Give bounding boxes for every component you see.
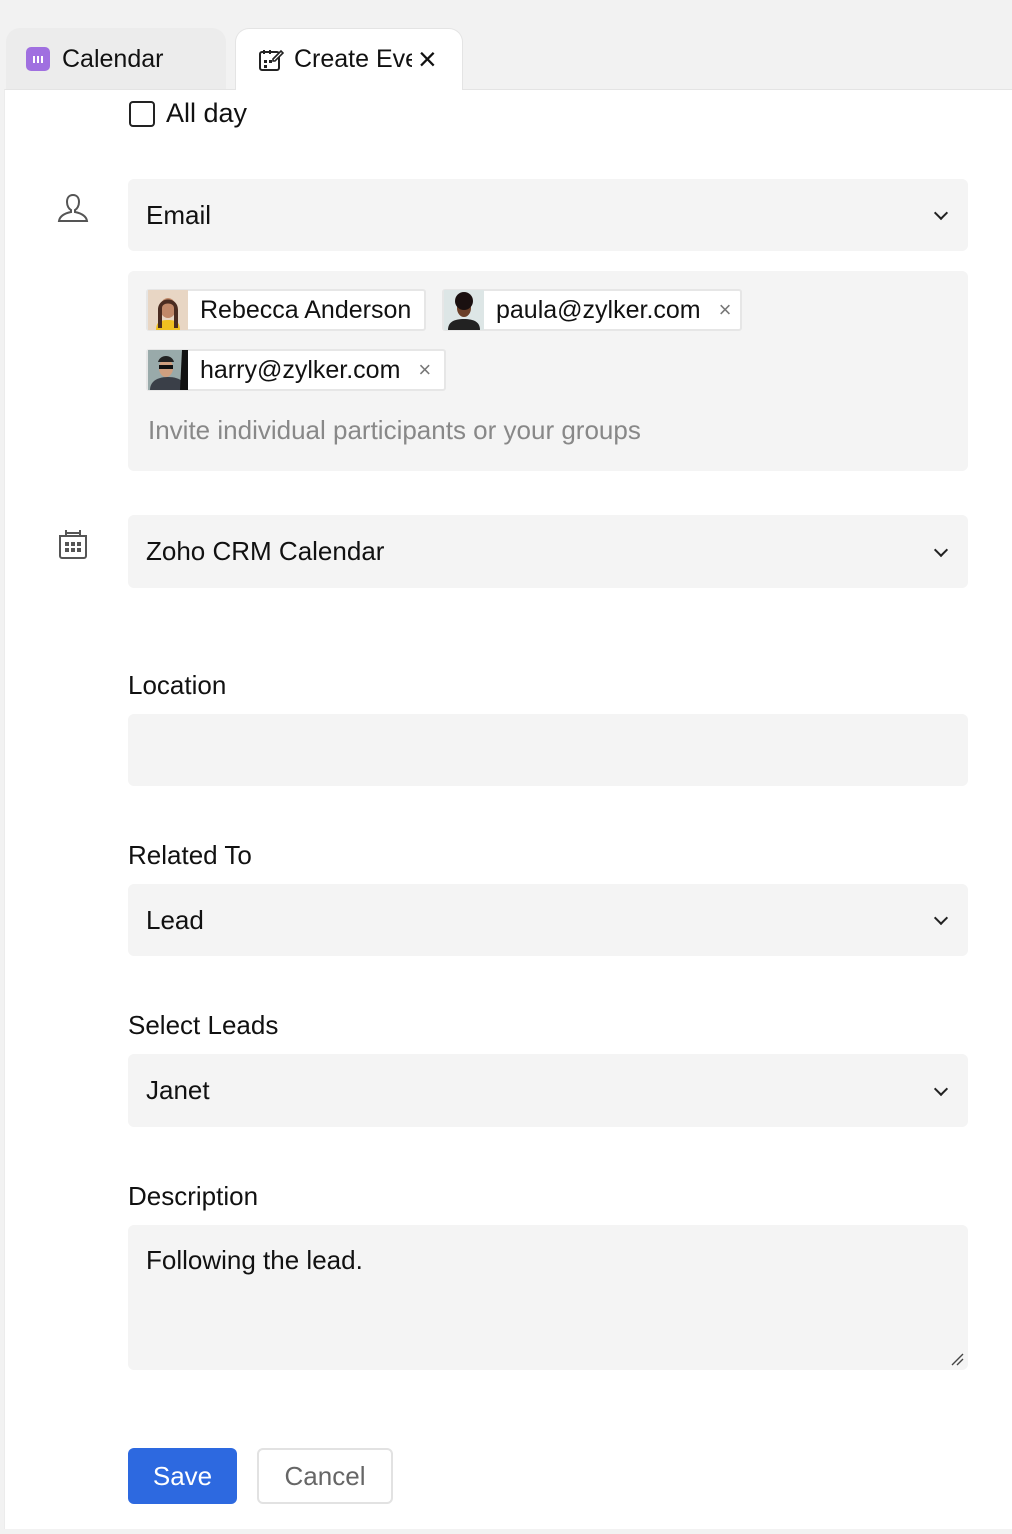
calendar-icon: [59, 530, 87, 559]
location-label: Location: [128, 670, 227, 700]
participant-chip: harry@zylker.com ×: [146, 349, 446, 391]
participants-box[interactable]: Rebecca Anderson paula@zylker.com × harr…: [128, 271, 968, 471]
chevron-down-icon: [933, 910, 949, 926]
select-leads-label: Select Leads: [128, 1010, 279, 1040]
select-value: Lead: [146, 904, 204, 935]
resize-handle-icon[interactable]: [950, 1352, 964, 1366]
all-day-checkbox[interactable]: [129, 100, 155, 127]
description-textarea[interactable]: Following the lead.: [128, 1225, 968, 1370]
avatar: [444, 290, 484, 330]
all-day-row[interactable]: All day: [129, 98, 247, 129]
calendar-edit-icon: [259, 49, 284, 71]
chip-label: Rebecca Anderson: [200, 295, 412, 324]
remove-participant-icon[interactable]: ×: [719, 297, 732, 323]
tab-create-event[interactable]: Create Eve ×: [235, 28, 463, 90]
close-tab-icon[interactable]: ×: [418, 41, 437, 78]
tab-label: Create Eve: [294, 45, 412, 73]
chip-label: harry@zylker.com: [200, 355, 401, 384]
participant-chip: Rebecca Anderson: [146, 289, 426, 331]
invite-input-placeholder[interactable]: Invite individual participants or your g…: [148, 415, 641, 446]
participant-chip: paula@zylker.com ×: [442, 289, 742, 331]
chevron-down-icon: [933, 1081, 949, 1096]
description-label: Description: [128, 1181, 259, 1211]
cancel-button[interactable]: Cancel: [257, 1448, 393, 1504]
tab-label: Calendar: [62, 44, 164, 73]
chip-label: paula@zylker.com: [496, 295, 701, 324]
save-button[interactable]: Save: [128, 1448, 237, 1504]
calendar-select[interactable]: Zoho CRM Calendar: [128, 515, 968, 588]
textarea-value: Following the lead.: [146, 1245, 363, 1275]
select-leads-select[interactable]: Janet: [128, 1054, 968, 1127]
select-value: Janet: [146, 1075, 210, 1105]
participant-type-select[interactable]: Email: [128, 179, 968, 251]
related-to-select[interactable]: Lead: [128, 884, 968, 956]
tab-calendar[interactable]: Calendar: [6, 28, 226, 90]
all-day-label: All day: [166, 98, 248, 128]
select-value: Zoho CRM Calendar: [146, 536, 385, 566]
select-value: Email: [146, 199, 212, 230]
related-to-label: Related To: [128, 840, 252, 870]
avatar: [148, 350, 188, 390]
chevron-down-icon: [933, 205, 949, 221]
user-icon: [57, 193, 89, 222]
calendar-app-icon: [26, 47, 50, 71]
remove-participant-icon[interactable]: ×: [418, 357, 431, 383]
avatar: [148, 290, 188, 330]
chevron-down-icon: [933, 542, 949, 557]
location-input[interactable]: [128, 714, 968, 786]
